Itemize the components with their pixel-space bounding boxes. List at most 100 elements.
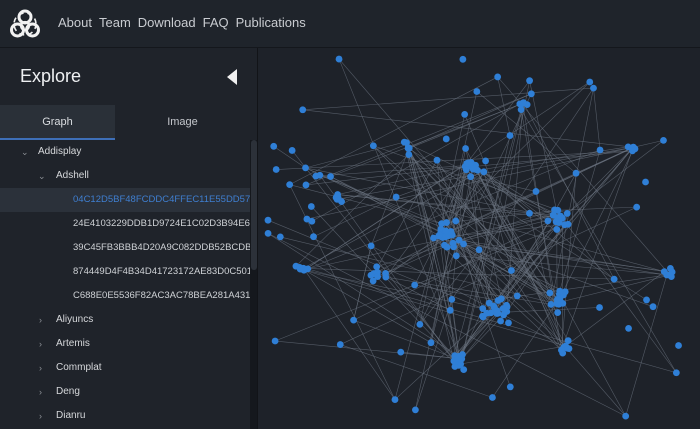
graph-node[interactable] xyxy=(334,191,342,198)
graph-node[interactable] xyxy=(625,324,632,332)
graph-node[interactable] xyxy=(271,337,279,345)
graph-node[interactable] xyxy=(460,366,468,374)
graph-node[interactable] xyxy=(459,55,467,63)
graph-node[interactable] xyxy=(497,317,505,325)
graph-node[interactable] xyxy=(557,212,564,220)
graph-node[interactable] xyxy=(549,211,557,219)
graph-node[interactable] xyxy=(643,296,650,304)
graph-node[interactable] xyxy=(513,292,521,300)
graph-node[interactable] xyxy=(367,242,375,250)
graph-node[interactable] xyxy=(303,215,311,223)
tree-leaf-hash[interactable]: 39C45FB3BBB4D20A9C082DDB52BCDBA xyxy=(0,236,250,260)
graph-node[interactable] xyxy=(558,346,565,354)
graph-node[interactable] xyxy=(475,246,483,254)
graph-node[interactable] xyxy=(672,369,680,377)
graph-node[interactable] xyxy=(506,132,514,139)
graph-svg[interactable] xyxy=(258,48,700,429)
chevron-down-icon[interactable]: ⌄ xyxy=(21,140,31,164)
tree-item-deng[interactable]: › Deng xyxy=(0,380,250,404)
graph-node[interactable] xyxy=(469,165,477,173)
graph-node[interactable] xyxy=(327,173,334,180)
graph-node[interactable] xyxy=(561,221,569,229)
graph-node[interactable] xyxy=(442,227,450,235)
graph-node[interactable] xyxy=(660,268,668,276)
graph-node[interactable] xyxy=(335,55,343,63)
graph-node[interactable] xyxy=(526,77,533,85)
graph-node[interactable] xyxy=(642,178,649,186)
graph-node[interactable] xyxy=(400,138,408,146)
graph-node[interactable] xyxy=(416,320,424,328)
graph-node[interactable] xyxy=(392,193,400,201)
graph-node[interactable] xyxy=(508,267,515,274)
tree-item-adshell[interactable]: ⌄ Adshell xyxy=(0,164,250,188)
graph-node[interactable] xyxy=(452,217,460,225)
graph-node[interactable] xyxy=(299,106,307,114)
tab-image[interactable]: Image xyxy=(115,105,250,140)
graph-node[interactable] xyxy=(462,145,469,152)
graph-node[interactable] xyxy=(622,412,630,420)
graph-node[interactable] xyxy=(526,209,533,217)
nav-about-link[interactable]: About xyxy=(58,15,92,30)
tree-item-aliyuncs[interactable]: › Aliyuncs xyxy=(0,308,250,332)
graph-node[interactable] xyxy=(596,146,604,154)
biohazard-logo-icon[interactable] xyxy=(8,7,42,41)
graph-node[interactable] xyxy=(467,173,475,181)
graph-node[interactable] xyxy=(461,110,469,118)
nav-team-link[interactable]: Team xyxy=(99,15,131,30)
graph-node[interactable] xyxy=(527,90,535,98)
graph-node[interactable] xyxy=(546,289,554,297)
nav-faq-link[interactable]: FAQ xyxy=(203,15,229,30)
graph-node[interactable] xyxy=(675,342,682,349)
graph-node[interactable] xyxy=(505,319,512,327)
graph-node[interactable] xyxy=(544,217,552,225)
chevron-right-icon[interactable]: › xyxy=(39,356,49,380)
tree-item-dianru[interactable]: › Dianru xyxy=(0,404,250,428)
graph-node[interactable] xyxy=(350,316,358,324)
graph-node[interactable] xyxy=(438,220,446,228)
graph-node[interactable] xyxy=(494,73,502,81)
graph-node[interactable] xyxy=(448,295,456,303)
scrollbar-thumb[interactable] xyxy=(251,140,257,270)
chevron-right-icon[interactable]: › xyxy=(39,332,49,356)
graph-node[interactable] xyxy=(467,159,475,166)
graph-node[interactable] xyxy=(449,239,457,247)
graph-node[interactable] xyxy=(312,172,320,180)
graph-node[interactable] xyxy=(336,341,344,348)
tree-leaf-hash[interactable]: 24E4103229DDB1D9724E1C02D3B94E6B xyxy=(0,212,250,236)
graph-node[interactable] xyxy=(446,306,454,314)
graph-node[interactable] xyxy=(629,144,637,152)
graph-node[interactable] xyxy=(610,275,618,283)
graph-node[interactable] xyxy=(487,309,495,317)
graph-node[interactable] xyxy=(369,142,377,150)
graph-node[interactable] xyxy=(547,300,555,308)
graph-node[interactable] xyxy=(310,233,317,241)
graph-node[interactable] xyxy=(553,300,561,308)
nav-publications-link[interactable]: Publications xyxy=(236,15,306,30)
graph-node[interactable] xyxy=(441,241,448,249)
graph-node[interactable] xyxy=(462,166,470,174)
graph-node[interactable] xyxy=(264,229,272,237)
graph-node[interactable] xyxy=(382,273,390,281)
graph-node[interactable] xyxy=(489,394,496,401)
tree-item-artemis[interactable]: › Artemis xyxy=(0,332,250,356)
graph-node[interactable] xyxy=(307,203,315,210)
graph-node[interactable] xyxy=(304,265,312,273)
graph-node[interactable] xyxy=(442,135,450,143)
graph-node[interactable] xyxy=(411,281,419,289)
graph-node[interactable] xyxy=(480,168,488,176)
tree-item-addisplay[interactable]: ⌄ Addisplay xyxy=(0,140,250,164)
graph-node[interactable] xyxy=(633,203,641,211)
graph-node[interactable] xyxy=(270,142,278,150)
graph-node[interactable] xyxy=(442,233,450,241)
graph-node[interactable] xyxy=(519,99,527,107)
graph-node[interactable] xyxy=(276,233,284,241)
tree-scrollbar[interactable] xyxy=(250,140,257,429)
graph-node[interactable] xyxy=(502,307,510,315)
tab-graph[interactable]: Graph xyxy=(0,105,115,140)
network-graph-canvas[interactable] xyxy=(258,48,700,429)
graph-node[interactable] xyxy=(374,273,381,280)
graph-node[interactable] xyxy=(563,210,571,217)
tree-leaf-hash[interactable]: C688E0E5536F82AC3AC78BEA281A431B xyxy=(0,284,250,308)
graph-node[interactable] xyxy=(563,344,571,352)
graph-node[interactable] xyxy=(572,169,580,177)
